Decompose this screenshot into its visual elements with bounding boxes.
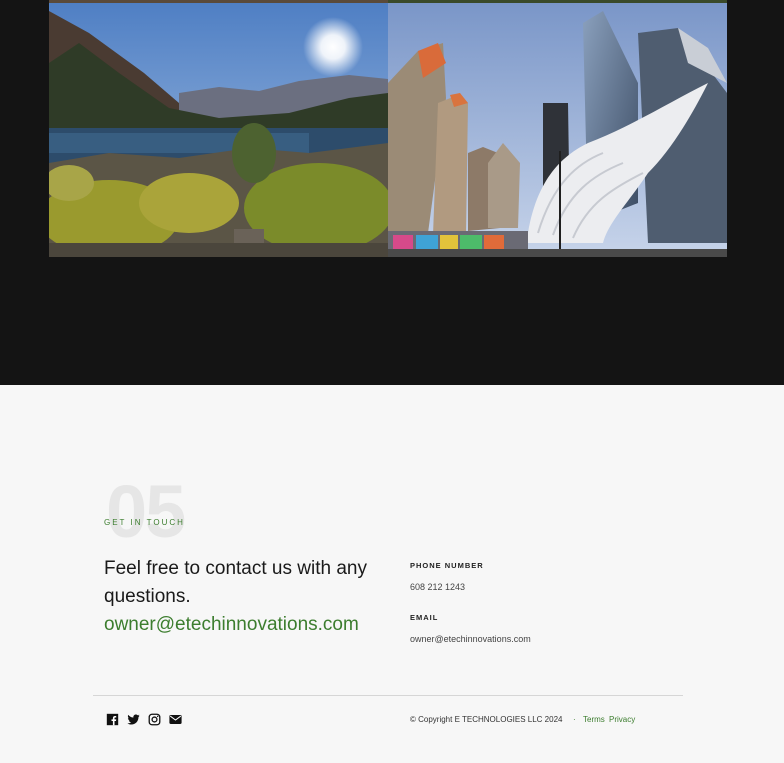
lake-photo [49, 3, 388, 257]
terms-link[interactable]: Terms [583, 715, 605, 724]
social-links [106, 713, 182, 726]
city-photo [388, 3, 727, 257]
gallery-section [0, 0, 784, 385]
facebook-icon[interactable] [106, 713, 119, 726]
phone-label: PHONE NUMBER [410, 561, 484, 570]
email-value-link[interactable]: owner@etechinnovations.com [410, 634, 531, 644]
footer-separator: · [573, 715, 576, 724]
phone-value: 608 212 1243 [410, 582, 466, 592]
contact-headline: Feel free to contact us with any questio… [104, 558, 367, 607]
mail-icon[interactable] [169, 713, 182, 726]
section-eyebrow: GET IN TOUCH [104, 518, 185, 527]
contact-email-link[interactable]: owner@etechinnovations.com [104, 611, 359, 639]
copyright-text: © Copyright E TECHNOLOGIES LLC 2024 [410, 715, 563, 724]
twitter-icon[interactable] [127, 713, 140, 726]
privacy-link[interactable]: Privacy [609, 715, 635, 724]
contact-section: 05 GET IN TOUCH Feel free to contact us … [0, 385, 784, 763]
footer-divider [93, 695, 683, 696]
section-number: 05 [106, 470, 186, 553]
instagram-icon[interactable] [148, 713, 161, 726]
email-label: EMAIL [410, 613, 439, 622]
